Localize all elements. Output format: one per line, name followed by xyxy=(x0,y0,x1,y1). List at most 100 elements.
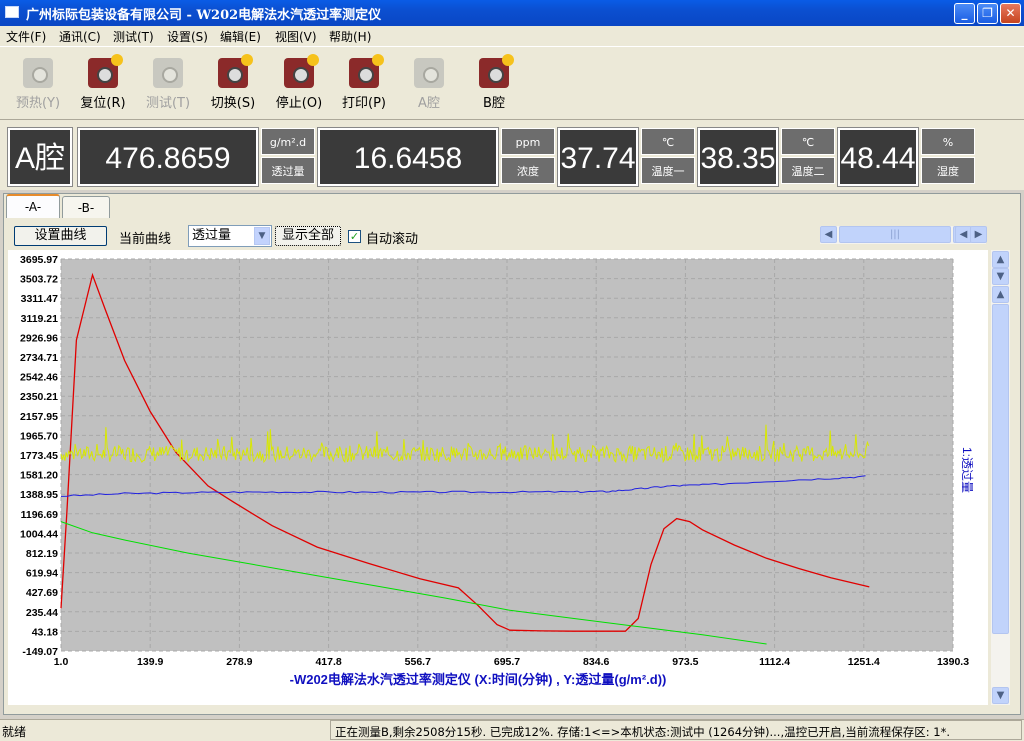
scroll-down-small-icon[interactable]: ▼ xyxy=(992,268,1009,285)
y-tick-label: 2734.71 xyxy=(20,352,58,364)
current-curve-label: 当前曲线 xyxy=(119,232,172,247)
scroll-down-icon[interactable]: ▼ xyxy=(992,687,1009,704)
y-tick-label: 2350.21 xyxy=(20,391,58,403)
y-tick-label: 2926.96 xyxy=(20,332,58,344)
x-tick-label: 417.8 xyxy=(315,656,341,668)
y-tick-label: 1196.69 xyxy=(21,509,59,521)
scroll-left-icon[interactable]: ◀ xyxy=(820,226,837,243)
wrench-icon xyxy=(153,58,183,88)
x-tick-label: 1390.3 xyxy=(937,656,969,668)
y-tick-label: 1004.44 xyxy=(20,528,58,540)
window-title: 广州标际包装设备有限公司 - W202电解法水汽透过率测定仪 xyxy=(26,8,382,23)
toolbar: 预热(Y) 复位(R) 测试(T) 切换(S) 停止(O) 打印(P) A腔 B… xyxy=(0,46,1024,120)
wrench-icon xyxy=(23,58,53,88)
tab-a[interactable]: -A- xyxy=(6,194,60,218)
status-bar: 就绪 正在测量B,剩余2508分15秒. 已完成12%. 存储:1<=>本机状态… xyxy=(0,719,1024,741)
y-tick-label: 3695.97 xyxy=(20,254,58,266)
chamber-a-button[interactable]: A腔 xyxy=(401,55,457,117)
auto-scroll-label: 自动滚动 xyxy=(366,232,419,247)
test-label: 测试(T) xyxy=(145,96,191,111)
curve-select-value: 透过量 xyxy=(192,228,232,243)
y-tick-label: 3119.21 xyxy=(21,313,59,325)
preheat-button[interactable]: 预热(Y) xyxy=(10,55,66,117)
test-button[interactable]: 测试(T) xyxy=(140,55,196,117)
vscroll-thumb[interactable] xyxy=(992,304,1009,634)
y-tick-label: 812.19 xyxy=(26,548,58,560)
x-tick-label: 973.5 xyxy=(672,656,698,668)
stop-label: 停止(O) xyxy=(275,96,323,111)
x-tick-label: 695.7 xyxy=(494,656,520,668)
humidity-label: 湿度 xyxy=(921,157,975,184)
temp2-value: 38.35 xyxy=(697,127,779,187)
menu-bar: 文件(F) 通讯(C) 测试(T) 设置(S) 编辑(E) 视图(V) 帮助(H… xyxy=(0,26,1024,46)
chevron-down-icon[interactable]: ▼ xyxy=(254,227,270,245)
menu-test[interactable]: 测试(T) xyxy=(113,28,154,45)
menu-file[interactable]: 文件(F) xyxy=(6,28,46,45)
reset-label: 复位(R) xyxy=(80,96,126,111)
y-tick-label: 1773.45 xyxy=(20,450,58,462)
humidity-unit: % xyxy=(921,128,975,155)
preheat-label: 预热(Y) xyxy=(15,96,61,111)
y-tick-label: 235.44 xyxy=(26,607,58,619)
vertical-scrollbar[interactable]: ▲ ▼ ▲ ▼ xyxy=(991,250,1010,705)
close-button[interactable]: ✕ xyxy=(1000,3,1021,24)
x-tick-label: 278.9 xyxy=(226,656,252,668)
auto-scroll-checkbox[interactable]: ✓ xyxy=(348,230,361,243)
y-tick-label: 3311.47 xyxy=(21,293,59,305)
temp1-value: 37.74 xyxy=(557,127,639,187)
scroll-up-small-icon[interactable]: ▲ xyxy=(992,286,1009,303)
tab-b[interactable]: -B- xyxy=(62,196,110,218)
print-button[interactable]: 打印(P) xyxy=(336,54,392,117)
y-axis-side-label: 1:透过量 xyxy=(960,447,974,493)
wrench-icon xyxy=(414,58,444,88)
x-tick-label: 1112.4 xyxy=(759,656,790,668)
print-label: 打印(P) xyxy=(342,96,386,111)
temp2-unit: ℃ xyxy=(781,128,835,155)
set-curve-button[interactable]: 设置曲线 xyxy=(14,226,107,246)
concentration-unit: ppm xyxy=(501,128,555,155)
gear-icon xyxy=(218,54,253,88)
switch-button[interactable]: 切换(S) xyxy=(205,54,261,117)
pane-next-icon[interactable]: ▶ xyxy=(970,226,987,243)
maximize-button[interactable]: ❐ xyxy=(977,3,998,24)
x-tick-label: 1251.4 xyxy=(848,656,880,668)
transmission-label: 透过量 xyxy=(261,157,315,184)
reset-button[interactable]: 复位(R) xyxy=(75,54,131,117)
minimize-button[interactable]: _ xyxy=(954,3,975,24)
transmission-unit: g/m².d xyxy=(261,128,315,155)
gear-icon xyxy=(88,54,123,88)
x-tick-label: 834.6 xyxy=(583,656,609,668)
x-tick-label: 139.9 xyxy=(137,656,163,668)
app-icon xyxy=(5,6,19,18)
status-detail: 正在测量B,剩余2508分15秒. 已完成12%. 存储:1<=>本机状态:测试… xyxy=(330,720,1022,740)
chamber-b-button[interactable]: B腔 xyxy=(466,54,522,117)
stop-button[interactable]: 停止(O) xyxy=(271,54,327,117)
menu-settings[interactable]: 设置(S) xyxy=(167,28,208,45)
temp1-label: 温度一 xyxy=(641,157,695,184)
title-bar: 广州标际包装设备有限公司 - W202电解法水汽透过率测定仪 _ ❐ ✕ xyxy=(0,0,1024,26)
scroll-up-icon[interactable]: ▲ xyxy=(992,251,1009,268)
switch-label: 切换(S) xyxy=(210,96,256,111)
scroll-thumb[interactable]: ||| xyxy=(839,226,951,243)
temp1-unit: ℃ xyxy=(641,128,695,155)
menu-view[interactable]: 视图(V) xyxy=(275,28,317,45)
gear-icon xyxy=(349,54,384,88)
transmission-value: 476.8659 xyxy=(77,127,259,187)
concentration-value: 16.6458 xyxy=(317,127,499,187)
y-tick-label: 1965.70 xyxy=(20,430,58,442)
chamber-indicator: A腔 xyxy=(7,127,73,187)
y-tick-label: 43.18 xyxy=(32,626,58,638)
concentration-label: 浓度 xyxy=(501,157,555,184)
chart-svg: 3695.97 3503.72 3311.47 3119.21 2926.96 2734.… xyxy=(20,254,974,687)
curve-select[interactable]: 透过量 ▼ xyxy=(188,225,272,247)
x-tick-label: 1.0 xyxy=(54,656,69,668)
y-tick-label: 427.69 xyxy=(26,587,58,599)
menu-edit[interactable]: 编辑(E) xyxy=(220,28,261,45)
humidity-value: 48.44 xyxy=(837,127,919,187)
menu-comm[interactable]: 通讯(C) xyxy=(59,28,101,45)
y-tick-label: 1581.20 xyxy=(20,470,58,482)
show-all-button[interactable]: 显示全部 xyxy=(275,226,341,246)
y-tick-label: 1388.95 xyxy=(20,489,58,501)
menu-help[interactable]: 帮助(H) xyxy=(329,28,371,45)
y-tick-label: 3503.72 xyxy=(20,274,58,286)
